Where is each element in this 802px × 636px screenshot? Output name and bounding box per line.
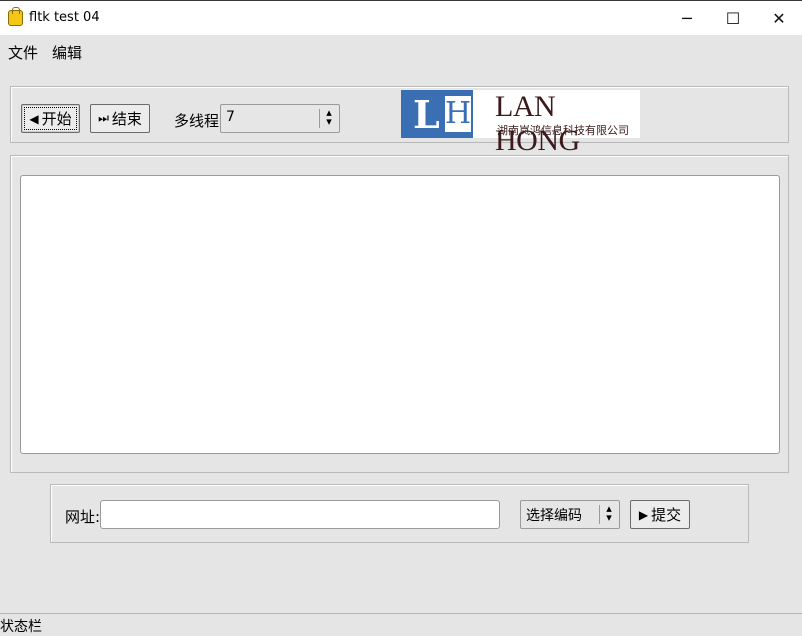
start-button-label: 开始 xyxy=(41,110,72,128)
end-button[interactable]: ⏭ 结束 xyxy=(90,104,150,133)
encoding-select[interactable]: 选择编码 ▴ ▾ xyxy=(520,500,620,529)
encoding-select-value: 选择编码 xyxy=(526,508,582,524)
skip-end-icon: ⏭ xyxy=(98,111,109,125)
logo-mark: L H xyxy=(401,90,473,138)
menu-edit[interactable]: 编辑 xyxy=(52,42,82,63)
submit-button-label: 提交 xyxy=(651,506,682,524)
logo-letter-l: L xyxy=(413,92,440,137)
play-left-icon: ◀ xyxy=(29,111,39,126)
select-divider xyxy=(599,505,600,524)
company-logo: L H LAN HONG 湖南岚鸿信息科技有限公司 xyxy=(401,90,640,157)
submit-button[interactable]: ▶ 提交 xyxy=(630,500,690,529)
threads-label: 多线程 xyxy=(174,112,220,130)
play-right-icon: ▶ xyxy=(638,507,649,522)
menu-file[interactable]: 文件 xyxy=(8,42,38,63)
output-text-area[interactable] xyxy=(20,175,780,454)
title-bar: fltk test 04 ─ ☐ ✕ xyxy=(0,0,802,35)
window-title: fltk test 04 xyxy=(29,10,100,25)
updown-arrows-icon: ▴ ▾ xyxy=(606,502,612,524)
maximize-button[interactable]: ☐ xyxy=(710,1,756,35)
url-label: 网址: xyxy=(65,508,101,526)
threads-select-value: 7 xyxy=(226,109,235,125)
app-icon xyxy=(8,7,23,26)
minimize-button[interactable]: ─ xyxy=(664,1,710,35)
url-input[interactable] xyxy=(100,500,500,529)
close-button[interactable]: ✕ xyxy=(756,1,802,35)
start-button[interactable]: ◀ 开始 xyxy=(21,104,80,133)
select-divider xyxy=(319,109,320,128)
end-button-label: 结束 xyxy=(111,110,142,128)
logo-company-name: 湖南岚鸿信息科技有限公司 xyxy=(497,124,629,137)
menu-bar: 文件 编辑 xyxy=(0,35,802,67)
logo-letter-h: H xyxy=(445,96,472,132)
threads-select[interactable]: 7 ▴ ▾ xyxy=(220,104,340,133)
updown-arrows-icon: ▴ ▾ xyxy=(326,106,332,128)
status-bar: 状态栏 xyxy=(0,613,802,635)
status-text: 状态栏 xyxy=(0,619,42,635)
